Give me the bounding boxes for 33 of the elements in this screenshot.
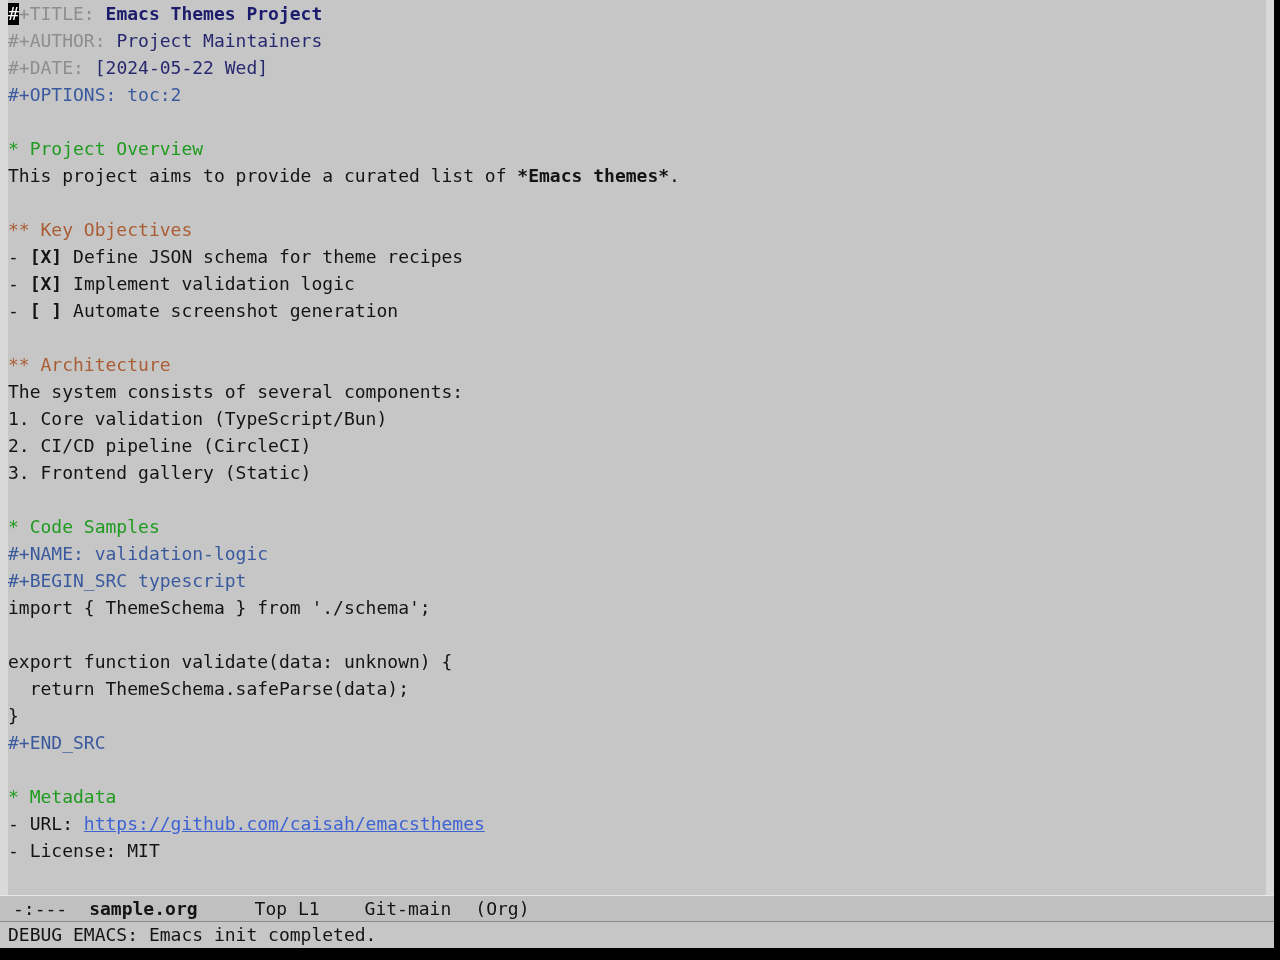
- list-item: - URL: https://github.com/caisah/emacsthemes: [8, 812, 485, 836]
- url-link[interactable]: https://github.com/caisah/emacsthemes: [83, 813, 485, 834]
- code-line: return ThemeSchema.safeParse(data);: [28, 677, 409, 701]
- keyword-line: #+NAME: validation-logic: [8, 542, 269, 566]
- text-line: 1. Core validation (TypeScript/Bun): [8, 407, 388, 431]
- branch-name[interactable]: Git-main: [364, 898, 452, 919]
- text-line: The system consists of several components:: [8, 380, 464, 404]
- checklist-item: - [ ] Automate screenshot generation: [8, 299, 399, 323]
- paragraph-text: This project aims to provide a curated list of *Emacs themes*.: [8, 164, 680, 188]
- code-line: }: [8, 704, 19, 728]
- text-line: - License: MIT: [8, 839, 160, 863]
- file-status: -:---: [13, 898, 68, 919]
- checklist-item: - [X] Implement validation logic: [8, 272, 355, 296]
- text-line: 2. CI/CD pipeline (CircleCI): [8, 434, 312, 458]
- outline-heading[interactable]: ** Key Objectives: [8, 216, 193, 243]
- outline-heading[interactable]: * Metadata: [8, 783, 117, 810]
- keyword-line: #+BEGIN_SRC typescript: [8, 569, 247, 593]
- code-line: import { ThemeSchema } from './schema';: [8, 596, 431, 620]
- keyword-line: #+AUTHOR: Project Maintainers: [8, 29, 323, 53]
- text-line: 3. Frontend gallery (Static): [8, 461, 312, 485]
- code-line: export function validate(data: unknown) {: [8, 650, 453, 674]
- checklist-item: - [X] Define JSON schema for theme recipes: [8, 245, 464, 269]
- keyword-line: #+END_SRC: [8, 731, 106, 755]
- text-cursor: #: [8, 2, 19, 25]
- echo-message: DEBUG EMACS: Emacs init completed.: [8, 923, 377, 947]
- cursor-position: Top L1: [254, 898, 320, 919]
- buffer-name[interactable]: sample.org: [89, 898, 198, 919]
- outline-heading[interactable]: ** Architecture: [8, 351, 171, 378]
- outline-heading[interactable]: * Project Overview: [8, 135, 204, 162]
- major-mode[interactable]: (Org): [475, 898, 530, 919]
- outline-heading[interactable]: * Code Samples: [8, 513, 160, 540]
- keyword-line: #+DATE: [2024-05-22 Wed]: [8, 56, 269, 80]
- keyword-line: #+OPTIONS: toc:2: [8, 83, 182, 107]
